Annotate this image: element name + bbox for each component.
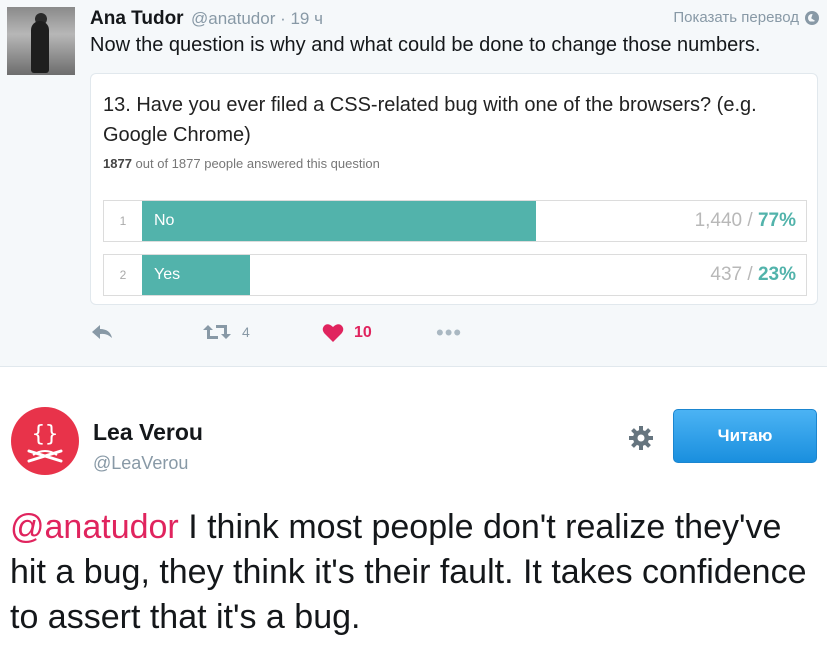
more-button[interactable]: ••• [436, 320, 463, 345]
option-count: 1,440 [694, 210, 743, 231]
globe-icon [805, 10, 819, 25]
option-bar [142, 201, 536, 241]
option-number: 1 [119, 214, 127, 228]
author-handle[interactable]: @LeaVerou [93, 453, 188, 474]
option-value: 437 / 23% [710, 264, 796, 285]
poll-option-yes: 2 Yes 437 / 23% [103, 254, 807, 296]
mention-link[interactable]: @anatudor [10, 508, 179, 546]
retweet-count: 4 [242, 324, 250, 340]
author-name[interactable]: Ana Tudor [90, 8, 184, 30]
option-number: 2 [119, 268, 127, 282]
avatar[interactable]: {} [11, 407, 79, 475]
option-count: 437 [710, 264, 743, 285]
option-label: No [154, 212, 175, 229]
tweet-text: Now the question is why and what could b… [90, 34, 761, 56]
option-percent: 23% [757, 264, 796, 285]
answered-rest: out of 1877 people answered this questio… [135, 156, 380, 171]
retweet-button[interactable]: 4 [202, 323, 250, 341]
poll-meta: 1877 out of 1877 people answered this qu… [103, 156, 380, 171]
gear-icon [629, 426, 653, 450]
answered-count: 1877 [103, 156, 132, 171]
poll-option-no: 1 No 1,440 / 77% [103, 200, 807, 242]
retweet-icon [203, 325, 231, 339]
like-button[interactable]: 10 [322, 323, 372, 343]
reply-text: @anatudor I think most people don't real… [10, 505, 820, 640]
more-icon: ••• [436, 320, 463, 345]
reply-icon [92, 325, 112, 339]
avatar-figure [31, 21, 49, 73]
follow-button[interactable]: Читаю [673, 409, 817, 463]
settings-button[interactable] [627, 424, 655, 457]
poll-question: 13. Have you ever filed a CSS-related bu… [103, 94, 757, 146]
parent-tweet: Ana Tudor @anatudor · 19 ч Показать пере… [0, 0, 827, 367]
like-count: 10 [354, 324, 372, 341]
reply-tweet: {} Lea Verou @LeaVerou Читаю @anatudor I… [0, 367, 827, 647]
lea-logo-icon: {} [27, 422, 63, 463]
avatar[interactable] [7, 7, 75, 75]
translate-link[interactable]: Показать перевод [673, 9, 819, 26]
translate-label: Показать перевод [673, 9, 799, 26]
option-value: 1,440 / 77% [694, 210, 796, 231]
option-percent: 77% [757, 210, 796, 231]
svg-text:{}: {} [32, 422, 59, 447]
tweet-actions: 4 10 ••• [90, 320, 490, 351]
author-handle-time[interactable]: @anatudor · 19 ч [191, 9, 323, 29]
author-name[interactable]: Lea Verou [93, 419, 203, 446]
option-label: Yes [154, 266, 181, 283]
poll-card[interactable]: 13. Have you ever filed a CSS-related bu… [90, 73, 818, 305]
reply-button[interactable] [90, 323, 114, 341]
heart-icon [322, 324, 344, 342]
